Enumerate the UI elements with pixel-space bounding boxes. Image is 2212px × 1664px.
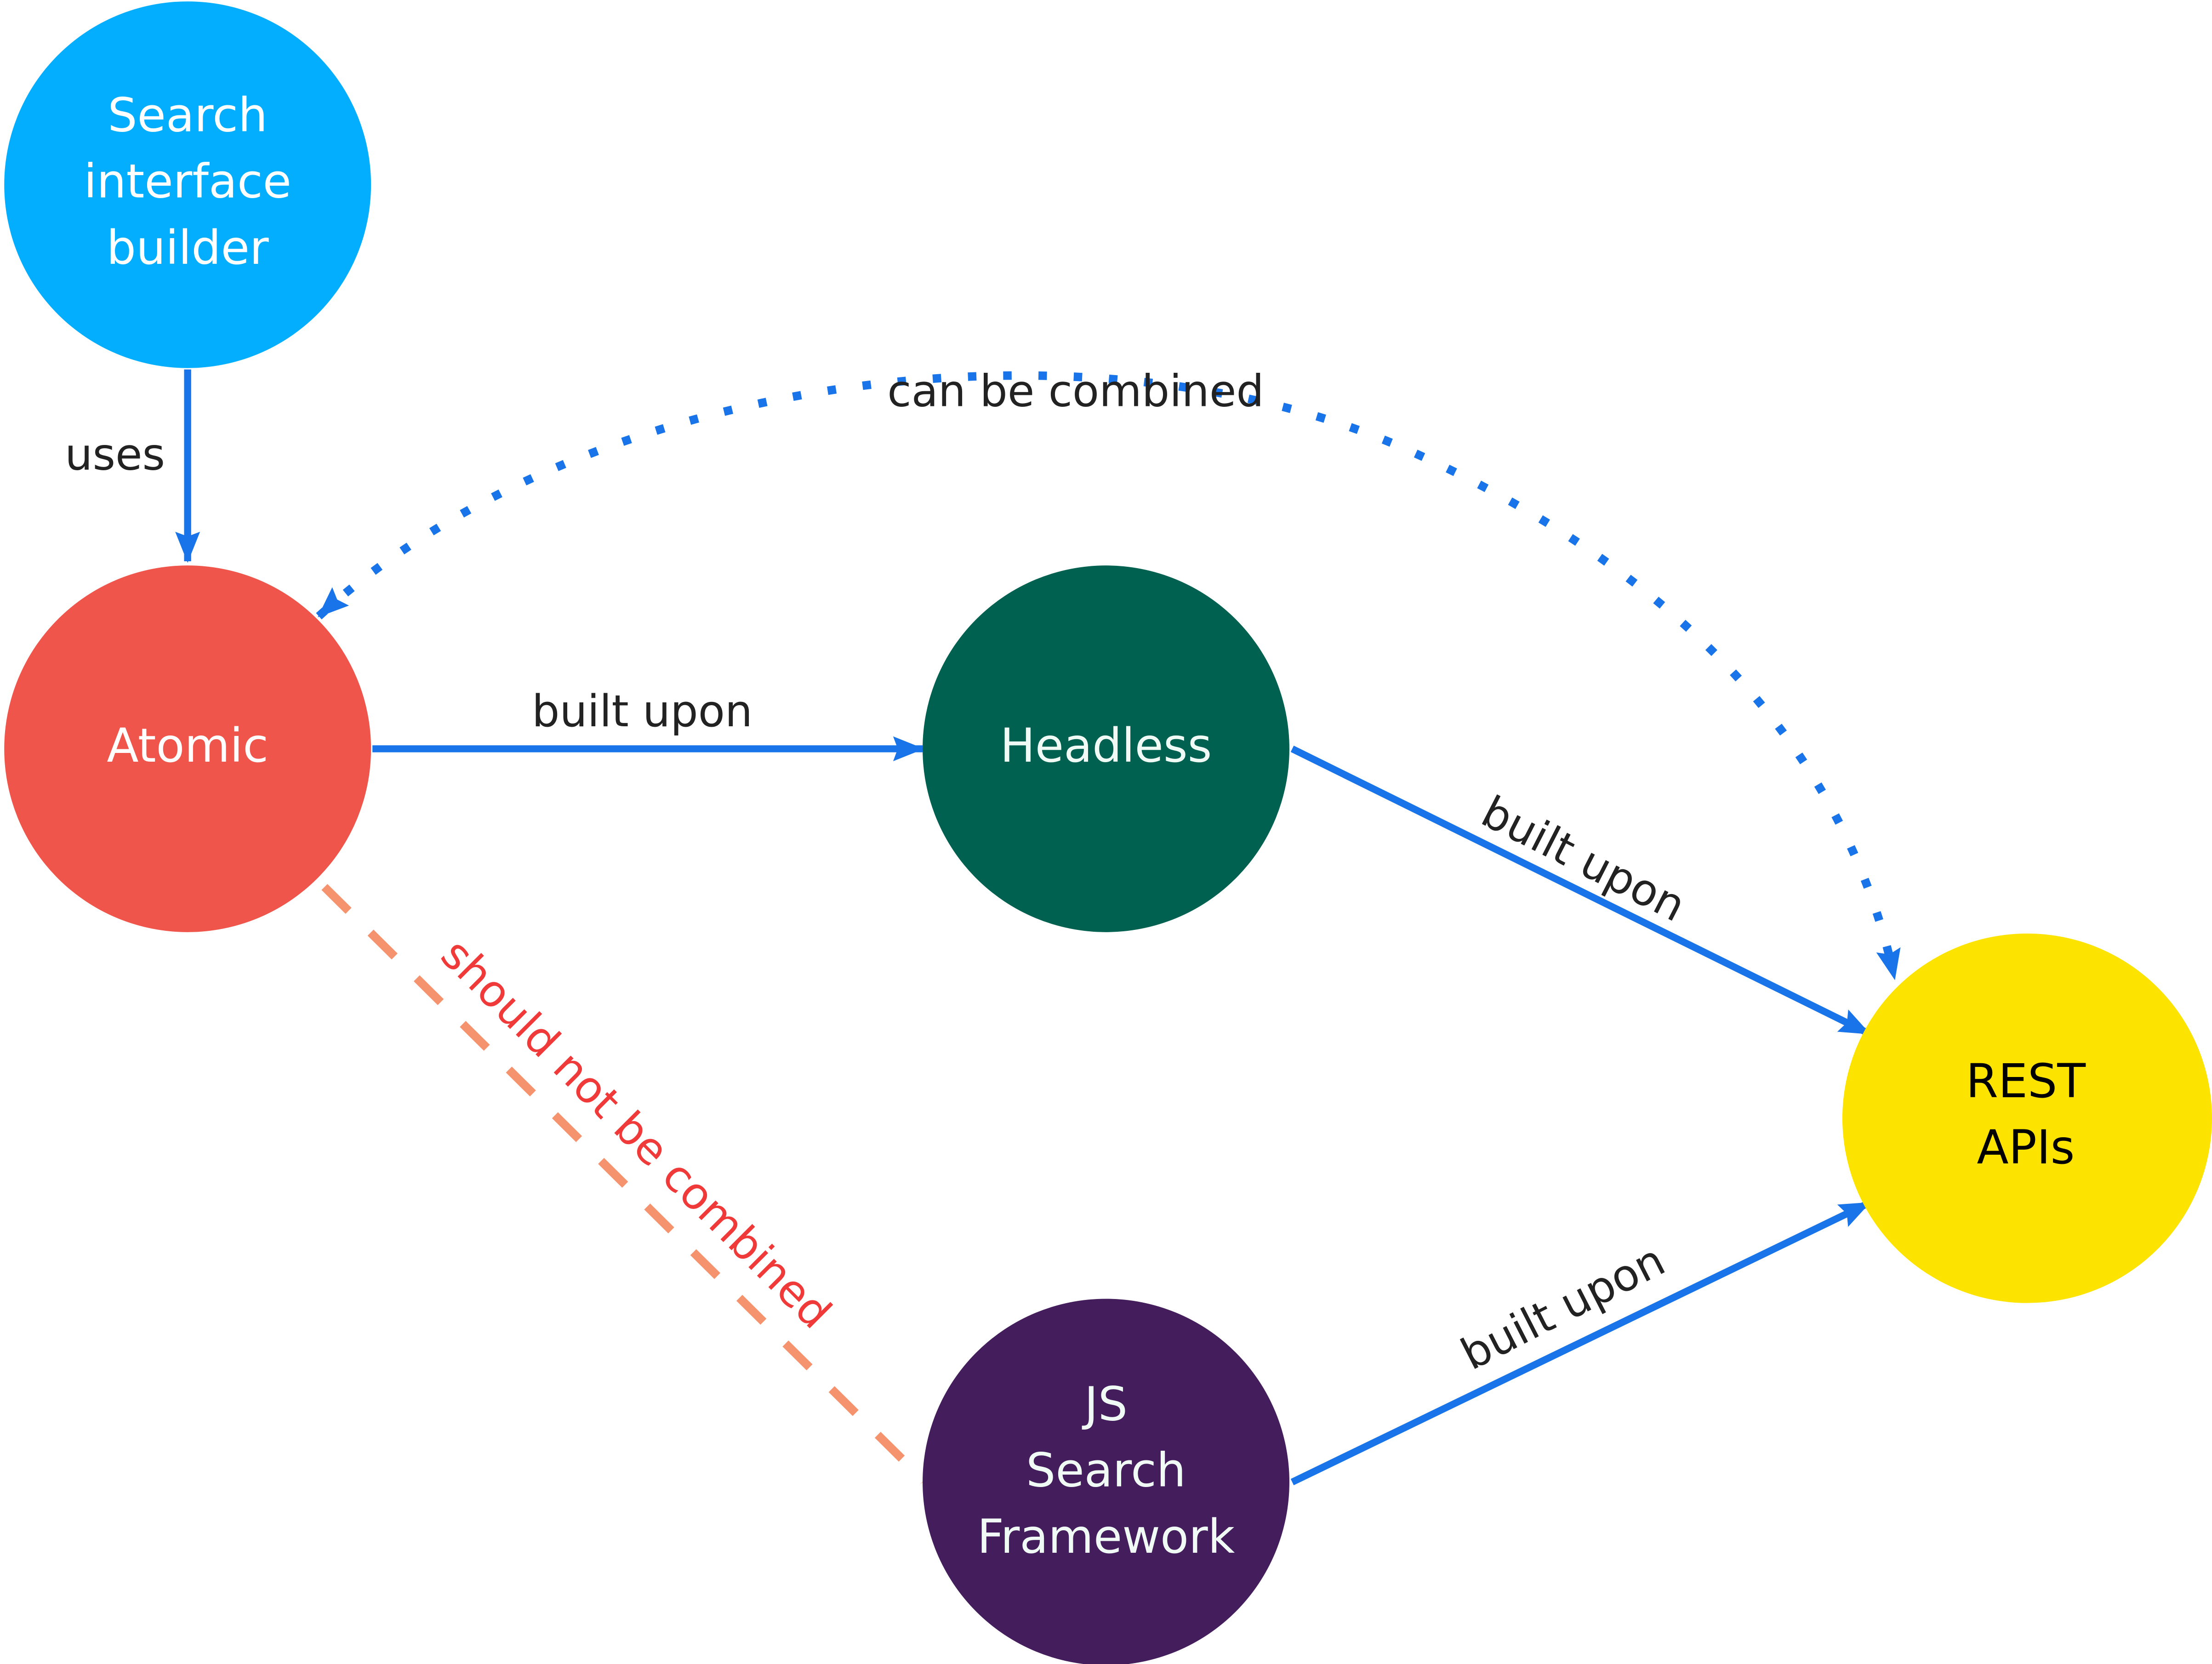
node-label-line: Framework <box>977 1510 1235 1564</box>
node-label-line: builder <box>107 221 269 275</box>
edge-should-not-be-combined[interactable] <box>321 884 927 1484</box>
node-label-line: JS <box>1082 1377 1128 1431</box>
node-label-line: REST <box>1966 1054 2087 1108</box>
node-search-interface-builder[interactable]: Search interface builder <box>4 1 371 368</box>
node-rest-apis[interactable]: REST APIs <box>1842 933 2212 1303</box>
edge-headless-rest[interactable] <box>1290 746 1871 1037</box>
edge-label-should-not-be-combined: should not be combined <box>431 929 841 1339</box>
node-label-line: APIs <box>1977 1120 2075 1174</box>
concept-diagram: uses built upon built upon built upon ca… <box>4 1 2212 1664</box>
node-atomic[interactable]: Atomic <box>4 565 371 932</box>
edge-label-headless-rest: built upon <box>1474 786 1693 932</box>
node-headless[interactable]: Headless <box>923 565 1289 932</box>
edge-label-can-be-combined: can be combined <box>887 366 1264 417</box>
node-label-line: interface <box>84 154 291 209</box>
node-label-line: Headless <box>1000 718 1212 773</box>
node-label-line: Search <box>108 88 268 142</box>
node-js-search-framework[interactable]: JS Search Framework <box>923 1299 1289 1664</box>
edge-jsf-rest[interactable] <box>1290 1199 1871 1486</box>
node-label-line: Atomic <box>107 718 268 773</box>
edge-label-uses: uses <box>65 430 165 480</box>
node-label-line: Search <box>1026 1443 1186 1498</box>
node-circle <box>1842 933 2212 1303</box>
edge-label-jsf-rest: built upon <box>1453 1235 1673 1380</box>
edge-label-atomic-headless: built upon <box>532 686 753 737</box>
